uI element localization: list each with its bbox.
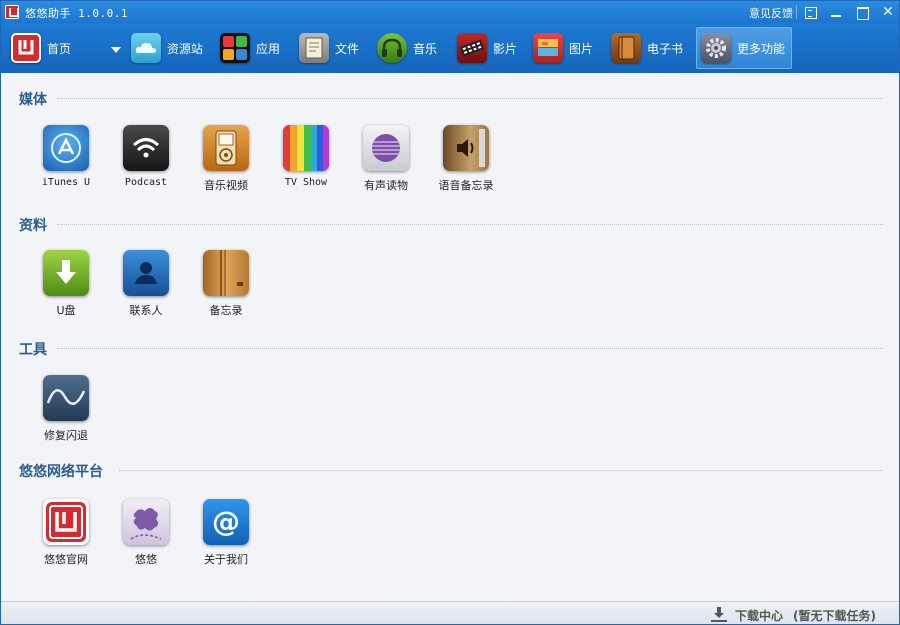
close-icon[interactable]: ✕: [877, 2, 899, 22]
contact-icon: [123, 250, 169, 296]
download-center-link[interactable]: 下载中心: [735, 607, 783, 624]
features-panel: 媒体 iTunes U Podcast 音乐视频 TV Show 有声读物 语音…: [1, 73, 899, 601]
tab-label: 电子书: [647, 41, 684, 56]
app-audiobooks[interactable]: 有声读物: [346, 125, 426, 197]
at-sign-icon: @: [203, 499, 249, 545]
tab-label: 图片: [569, 41, 594, 56]
titlebar-divider: [796, 5, 797, 19]
app-window: 悠悠助手 1.0.0.1 意见反馈 ✕ 首页 资源站 应用 文件 音乐 影片 图…: [0, 0, 900, 625]
download-icon-base: [711, 620, 727, 622]
tab-pictures[interactable]: 图片: [529, 27, 599, 69]
tab-home[interactable]: 首页: [7, 27, 122, 69]
app-uu[interactable]: 悠悠: [106, 499, 186, 571]
tab-music[interactable]: 音乐: [373, 27, 443, 69]
title-bar: 悠悠助手 1.0.0.1 意见反馈 ✕: [1, 1, 899, 23]
maximize-icon[interactable]: [851, 2, 873, 22]
download-icon[interactable]: [712, 607, 726, 621]
menu-icon[interactable]: [799, 2, 821, 22]
tab-label: 文件: [335, 41, 360, 56]
app-label: iTunes U: [41, 177, 91, 188]
tab-ebooks[interactable]: 电子书: [607, 27, 691, 69]
section-divider: [57, 224, 883, 225]
app-itunes-u[interactable]: iTunes U: [26, 125, 106, 197]
download-arrow-icon: [43, 250, 89, 296]
tab-label: 首页: [47, 41, 72, 56]
app-store-icon: [43, 125, 89, 171]
app-podcast[interactable]: Podcast: [106, 125, 186, 197]
app-uu-website[interactable]: 悠悠官网: [26, 499, 106, 571]
puzzle-icon: [123, 499, 169, 545]
section-title-tools: 工具: [19, 342, 47, 358]
app-voice-memos[interactable]: 语音备忘录: [426, 125, 506, 197]
tab-movies[interactable]: 影片: [453, 27, 523, 69]
tab-label: 影片: [493, 41, 518, 56]
film-icon: [457, 33, 487, 63]
feedback-link[interactable]: 意见反馈: [749, 5, 793, 21]
voice-memo-icon: [443, 125, 489, 171]
file-icon: [299, 33, 329, 63]
tab-resources[interactable]: 资源站: [127, 27, 207, 69]
app-about-us[interactable]: @ 关于我们: [186, 499, 266, 571]
app-notes[interactable]: 备忘录: [186, 250, 266, 322]
app-label: 修复闪退: [44, 429, 88, 442]
app-label: 有声读物: [364, 179, 408, 192]
section-title-network: 悠悠网络平台: [19, 464, 103, 480]
app-usb-drive[interactable]: U盘: [26, 250, 106, 322]
tab-label: 资源站: [167, 41, 204, 56]
headphones-icon: [377, 33, 407, 63]
app-label: 关于我们: [204, 553, 248, 566]
app-label: Podcast: [124, 177, 168, 188]
download-status: (暂无下载任务): [793, 609, 876, 623]
section-divider: [57, 348, 883, 349]
notebook-icon: [203, 250, 249, 296]
tab-label: 音乐: [413, 41, 438, 56]
app-label: U盘: [56, 304, 76, 317]
cloud-icon: [131, 33, 161, 63]
wifi-signal-icon: [123, 125, 169, 171]
picture-icon: [533, 33, 563, 63]
app-fix-crash[interactable]: 修复闪退: [26, 375, 106, 447]
tab-apps[interactable]: 应用: [216, 27, 286, 69]
speaker-icon: [363, 125, 409, 171]
tab-files[interactable]: 文件: [295, 27, 365, 69]
app-logo-icon: [5, 5, 19, 19]
tab-more-features[interactable]: 更多功能: [696, 27, 792, 69]
section-divider: [119, 470, 883, 471]
app-label: 音乐视频: [204, 179, 248, 192]
app-label: 语音备忘录: [438, 179, 494, 192]
home-logo-icon: [11, 33, 41, 63]
app-label: 悠悠官网: [44, 553, 88, 566]
app-label: 备忘录: [209, 304, 243, 317]
book-icon: [611, 33, 641, 63]
color-bars-icon: [283, 125, 329, 171]
gear-icon: [701, 33, 731, 63]
app-label: TV Show: [284, 177, 328, 188]
minimize-icon[interactable]: [825, 2, 847, 22]
tab-label: 更多功能: [737, 41, 786, 56]
section-divider: [57, 98, 883, 99]
chevron-down-icon[interactable]: [111, 47, 121, 53]
uu-logo-icon: [43, 499, 89, 545]
section-title-media: 媒体: [19, 92, 47, 108]
wave-icon: [43, 375, 89, 421]
window-title: 悠悠助手 1.0.0.1: [25, 7, 128, 20]
app-tv-show[interactable]: TV Show: [266, 125, 346, 197]
ipod-icon: [203, 125, 249, 171]
app-contacts[interactable]: 联系人: [106, 250, 186, 322]
svg-text:@: @: [212, 505, 240, 538]
app-label: 悠悠: [135, 553, 157, 566]
status-bar: 下载中心 (暂无下载任务): [1, 601, 899, 624]
section-title-data: 资料: [19, 218, 47, 234]
app-label: 联系人: [129, 304, 163, 317]
app-music-video[interactable]: 音乐视频: [186, 125, 266, 197]
apps-icon: [220, 33, 250, 63]
tab-label: 应用: [256, 41, 281, 56]
main-toolbar: 首页 资源站 应用 文件 音乐 影片 图片 电子书 更多功能: [1, 23, 899, 73]
